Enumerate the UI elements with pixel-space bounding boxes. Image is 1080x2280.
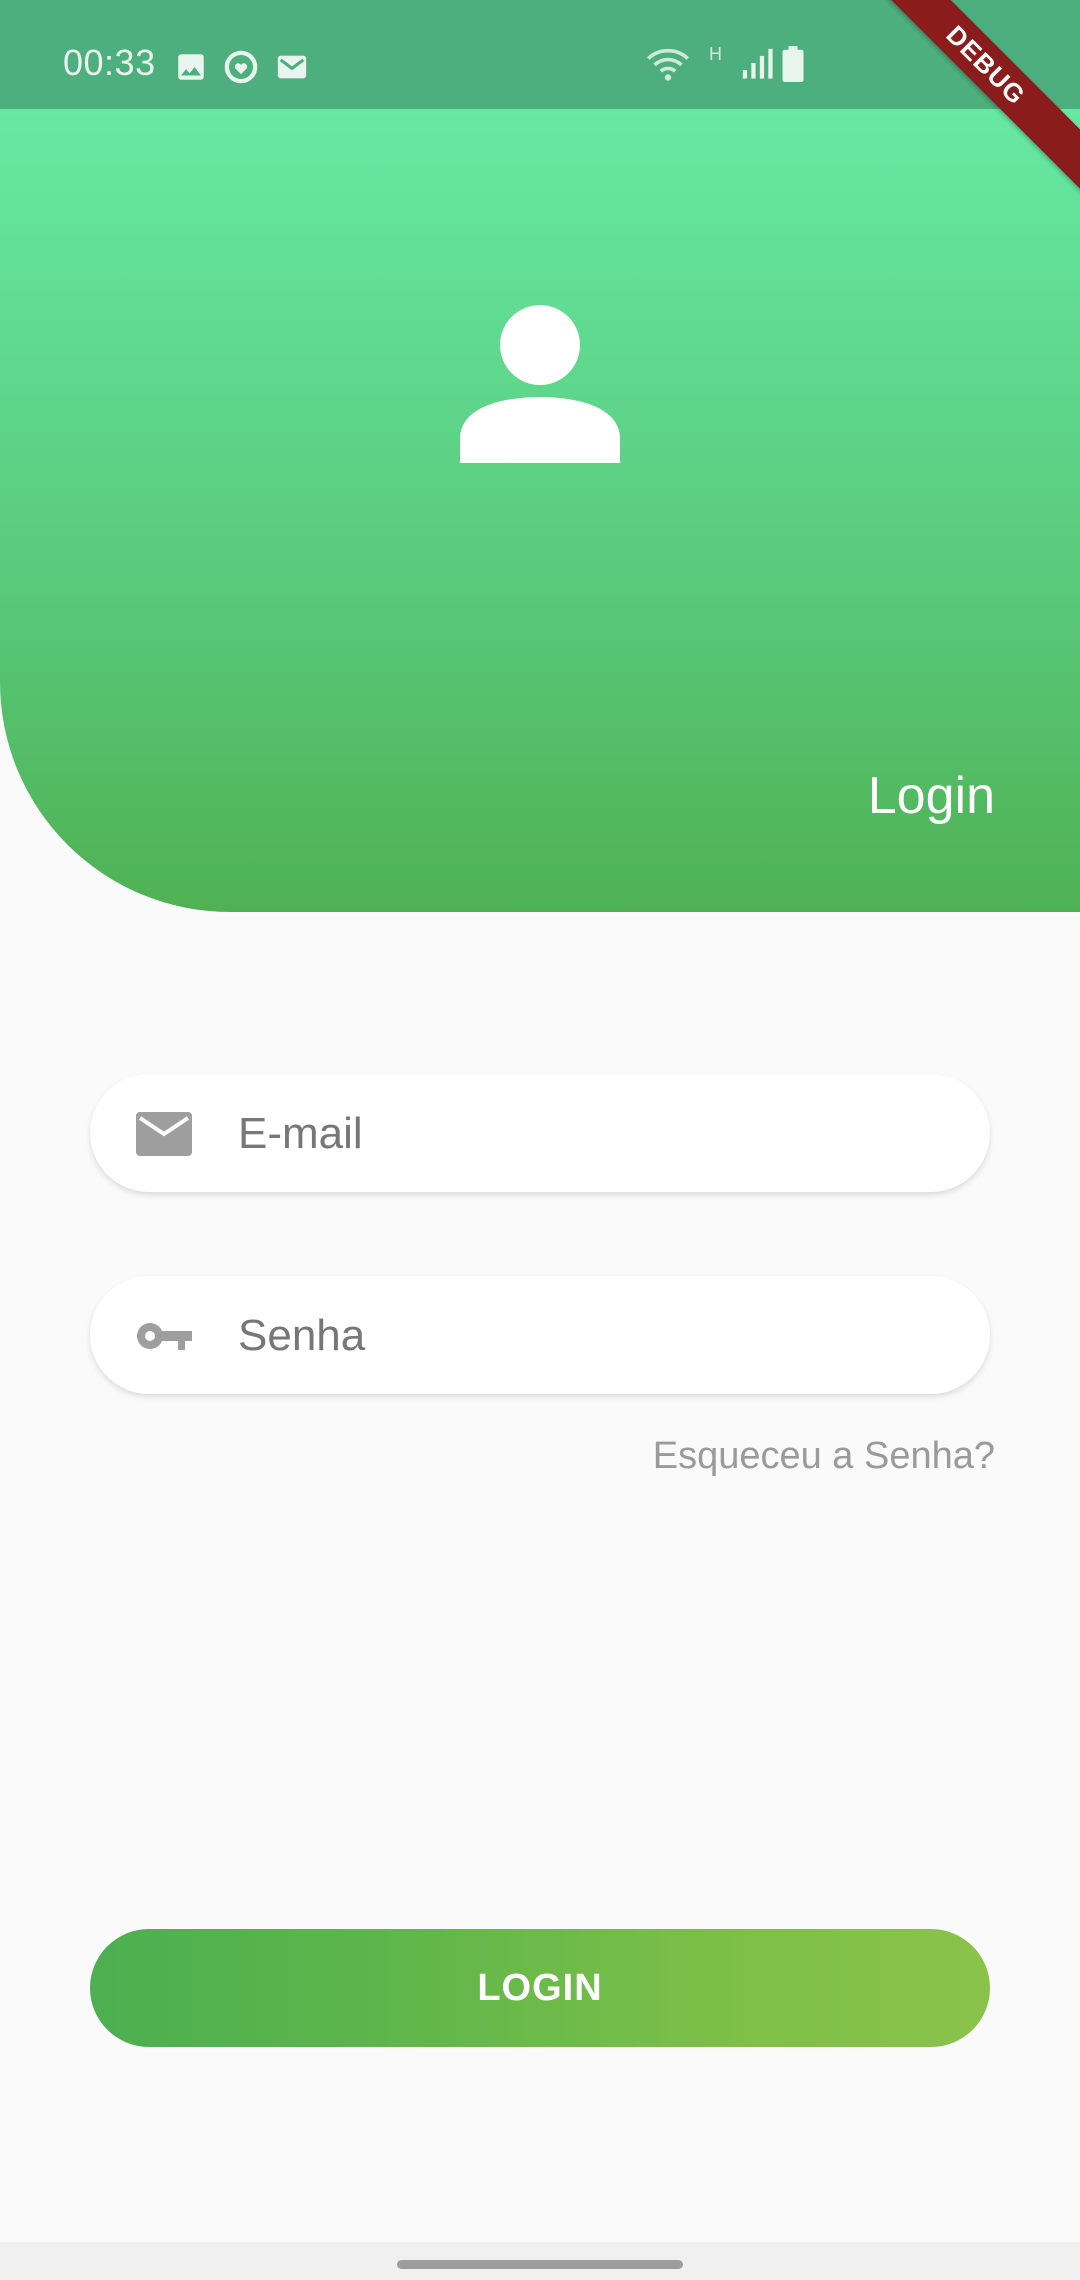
network-type-label: H: [709, 44, 722, 64]
home-gesture-handle[interactable]: [397, 2260, 683, 2269]
password-field[interactable]: [90, 1276, 990, 1396]
password-input[interactable]: [236, 1276, 940, 1396]
signal-icon: [742, 48, 773, 79]
login-header: Login: [0, 109, 1080, 912]
key-icon: [137, 1323, 192, 1350]
shield-heart-icon: [224, 50, 258, 84]
image-icon: [178, 54, 204, 80]
page-title: Login: [867, 767, 995, 825]
login-button[interactable]: LOGIN: [90, 1929, 990, 2047]
email-field[interactable]: [90, 1074, 990, 1194]
forgot-password-link[interactable]: Esqueceu a Senha?: [653, 1435, 995, 1478]
status-time: 00:33: [63, 42, 156, 83]
person-icon: [460, 305, 620, 463]
navigation-bar: [0, 2242, 1080, 2280]
mail-icon: [277, 55, 307, 79]
email-input[interactable]: [236, 1074, 940, 1194]
wifi-icon: [646, 48, 690, 81]
battery-icon: [782, 46, 804, 82]
email-icon: [136, 1112, 192, 1156]
